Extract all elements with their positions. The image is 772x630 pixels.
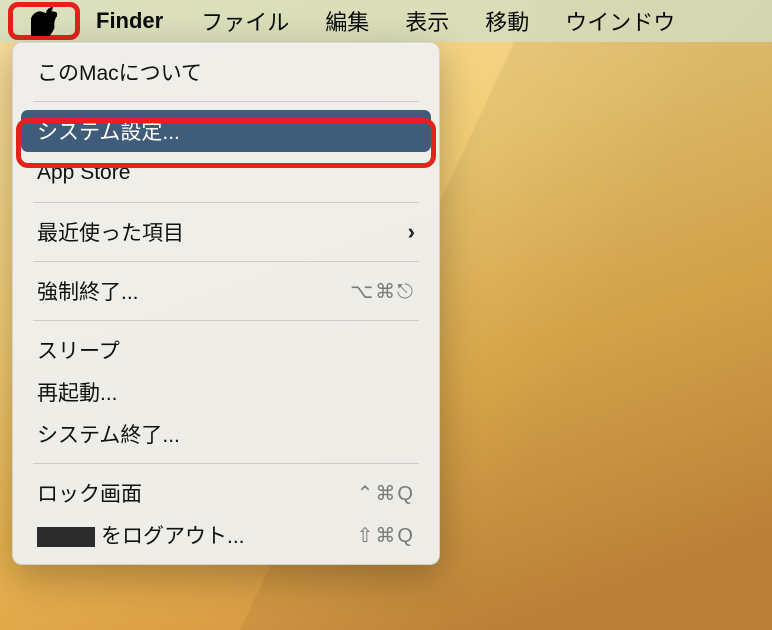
menubar-app-name[interactable]: Finder bbox=[86, 0, 183, 42]
menu-shutdown[interactable]: システム終了... bbox=[21, 413, 431, 455]
menu-separator bbox=[33, 202, 419, 203]
menubar-item-window[interactable]: ウインドウ bbox=[547, 0, 693, 42]
menu-logout[interactable]: をログアウト... ⇧⌘Q bbox=[21, 514, 431, 556]
menu-separator bbox=[33, 101, 419, 102]
menu-item-label: このMacについて bbox=[37, 57, 202, 87]
apple-menu-button[interactable] bbox=[8, 2, 80, 40]
menubar-item-edit[interactable]: 編集 bbox=[307, 0, 387, 42]
menubar-item-file[interactable]: ファイル bbox=[183, 0, 307, 42]
keyboard-shortcut: ⌥⌘⎋ bbox=[350, 279, 415, 304]
menubar: Finder ファイル 編集 表示 移動 ウインドウ bbox=[0, 0, 772, 42]
redacted-username bbox=[37, 527, 95, 547]
menu-about-mac[interactable]: このMacについて bbox=[21, 51, 431, 93]
menu-restart[interactable]: 再起動... bbox=[21, 371, 431, 413]
menu-item-label: 最近使った項目 bbox=[37, 217, 184, 247]
menubar-item-go[interactable]: 移動 bbox=[467, 0, 547, 42]
menu-lock-screen[interactable]: ロック画面 ⌃⌘Q bbox=[21, 472, 431, 514]
keyboard-shortcut: ⇧⌘Q bbox=[357, 523, 415, 548]
menu-item-label: 再起動... bbox=[37, 377, 118, 407]
menu-item-label: システム終了... bbox=[37, 419, 180, 449]
menu-item-label: をログアウト... bbox=[37, 520, 245, 550]
chevron-right-icon: › bbox=[408, 219, 415, 245]
apple-logo-icon bbox=[31, 6, 57, 36]
menu-item-label: 強制終了... bbox=[37, 276, 139, 306]
menubar-item-view[interactable]: 表示 bbox=[387, 0, 467, 42]
menu-item-label: App Store bbox=[37, 161, 130, 185]
menu-separator bbox=[33, 261, 419, 262]
apple-menu-dropdown: このMacについて システム設定... App Store 最近使った項目 › … bbox=[12, 42, 440, 565]
menu-system-settings[interactable]: システム設定... bbox=[21, 110, 431, 152]
menu-separator bbox=[33, 320, 419, 321]
menu-separator bbox=[33, 463, 419, 464]
menu-item-label: ロック画面 bbox=[37, 478, 142, 508]
menu-sleep[interactable]: スリープ bbox=[21, 329, 431, 371]
menu-item-label: システム設定... bbox=[37, 116, 180, 146]
menu-force-quit[interactable]: 強制終了... ⌥⌘⎋ bbox=[21, 270, 431, 312]
menu-item-label: スリープ bbox=[37, 335, 120, 365]
menu-app-store[interactable]: App Store bbox=[21, 152, 431, 194]
keyboard-shortcut: ⌃⌘Q bbox=[357, 481, 415, 506]
menu-recent-items[interactable]: 最近使った項目 › bbox=[21, 211, 431, 253]
